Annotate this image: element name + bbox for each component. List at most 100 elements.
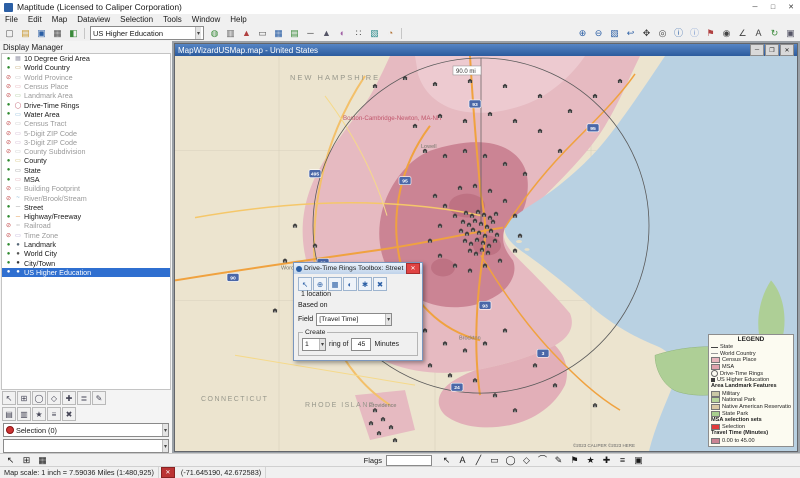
ring-delete-button[interactable]: ✖	[373, 277, 387, 291]
layer-row-city-town[interactable]: ● ● City/Town	[2, 259, 170, 268]
ring-settings-button[interactable]: ✱	[358, 277, 372, 291]
layer-visible-icon[interactable]: ●	[5, 167, 12, 173]
new-layout-icon[interactable]: ▭	[255, 26, 270, 41]
ring-count-select[interactable]: 1 ▾	[302, 338, 326, 351]
flags-input[interactable]	[386, 455, 432, 466]
label-tool-icon[interactable]: A	[751, 26, 766, 41]
minimize-button[interactable]: ─	[746, 0, 764, 14]
layer-dropdown[interactable]: US Higher Education ▾	[90, 26, 204, 40]
map-restore-button[interactable]: ❐	[765, 44, 779, 56]
multi-info-icon[interactable]: ⓘ	[687, 26, 702, 41]
minutes-input[interactable]: 45	[351, 338, 372, 351]
layer-hidden-icon[interactable]: ⊘	[5, 222, 12, 229]
find-icon[interactable]: ◉	[719, 26, 734, 41]
layer-row-us-higher-education[interactable]: ● ● US Higher Education	[2, 267, 170, 278]
map-librarian-icon[interactable]: ◧	[66, 26, 81, 41]
ring-grid-button[interactable]: ▦	[328, 277, 342, 291]
info-icon[interactable]: ⓘ	[671, 26, 686, 41]
color-theme-icon[interactable]: ◐	[335, 26, 350, 41]
layer-row-census-place[interactable]: ⊘ ▭ Census Place	[2, 82, 170, 91]
ring-pointer-button[interactable]: ↖	[298, 277, 312, 291]
layer-visible-icon[interactable]: ●	[5, 111, 12, 117]
layer-hidden-icon[interactable]: ⊘	[5, 232, 12, 239]
menu-dataview[interactable]: Dataview	[72, 15, 115, 24]
save-icon[interactable]: ▣	[34, 26, 49, 41]
layer-row-street[interactable]: ● ─ Street	[2, 203, 170, 212]
menu-tools[interactable]: Tools	[158, 15, 187, 24]
layer-hidden-icon[interactable]: ⊘	[5, 148, 12, 155]
dm-edit-icon[interactable]: ✎	[92, 391, 106, 405]
menu-window[interactable]: Window	[187, 15, 225, 24]
layer-row-drive-time-rings[interactable]: ● ◯ Drive-Time Rings	[2, 100, 170, 110]
map-window-titlebar[interactable]: MapWizardUSMap.map - United States ─ ❐ ✕	[175, 44, 797, 56]
layer-hidden-icon[interactable]: ⊘	[5, 74, 12, 81]
layer-visible-icon[interactable]: ●	[5, 102, 12, 108]
ring-add-button[interactable]: ⊕	[313, 277, 327, 291]
pie-theme-icon[interactable]: ◔	[383, 26, 398, 41]
previous-scale-icon[interactable]: ↩	[623, 26, 638, 41]
menu-selection[interactable]: Selection	[115, 15, 158, 24]
layer-row-county-subdivision[interactable]: ⊘ ▭ County Subdivision	[2, 147, 170, 156]
layer-row-river-brook-stream[interactable]: ⊘ ~ River/Brook/Stream	[2, 193, 170, 203]
menu-file[interactable]: File	[0, 15, 23, 24]
layer-row-census-tract[interactable]: ⊘ ▭ Census Tract	[2, 119, 170, 128]
layer-hidden-icon[interactable]: ⊘	[5, 92, 12, 99]
dialog-titlebar[interactable]: Drive-Time Rings Toolbox: Street ✕	[294, 263, 422, 274]
layer-row-world-country[interactable]: ● ▭ World Country	[2, 63, 170, 72]
dm-star-icon[interactable]: ★	[32, 407, 46, 421]
new-chart-icon[interactable]: ▲	[239, 26, 254, 41]
legend-tool-icon[interactable]: ▤	[287, 26, 302, 41]
layer-row-building-footprint[interactable]: ⊘ ▭ Building Footprint	[2, 184, 170, 193]
print-icon[interactable]: ▦	[50, 26, 65, 41]
layer-visible-icon[interactable]: ●	[5, 204, 12, 210]
new-workspace-icon[interactable]: ▢	[2, 26, 17, 41]
layer-visible-icon[interactable]: ●	[5, 158, 12, 164]
selection-combo[interactable]: Selection (0) ▾	[3, 423, 169, 437]
layer-hidden-icon[interactable]: ⊘	[5, 83, 12, 90]
layer-visible-icon[interactable]: ●	[5, 65, 12, 71]
dm-clear-icon[interactable]: ✖	[62, 407, 76, 421]
layer-hidden-icon[interactable]: ⊘	[5, 120, 12, 127]
layer-row-10-degree-grid-area[interactable]: ● ▦ 10 Degree Grid Area	[2, 54, 170, 63]
maximize-button[interactable]: □	[764, 0, 782, 14]
close-button[interactable]: ✕	[782, 0, 800, 14]
secondary-combo[interactable]: ▾	[3, 439, 169, 453]
center-map-icon[interactable]: ◎	[655, 26, 670, 41]
layer-hidden-icon[interactable]: ⊘	[5, 139, 12, 146]
ranged-theme-icon[interactable]: ▧	[367, 26, 382, 41]
layer-visible-icon[interactable]: ●	[5, 251, 12, 257]
layer-visible-icon[interactable]: ●	[5, 242, 12, 248]
layer-hidden-icon[interactable]: ⊘	[5, 185, 12, 192]
pan-icon[interactable]: ✥	[639, 26, 654, 41]
layer-row-water-area[interactable]: ● ▭ Water Area	[2, 110, 170, 119]
dm-dataview-icon[interactable]: ▤	[2, 407, 16, 421]
scale-bar-icon[interactable]: ─	[303, 26, 318, 41]
layer-visible-icon[interactable]: ●	[5, 177, 12, 183]
open-icon[interactable]: ▤	[18, 26, 33, 41]
refresh-icon[interactable]: ↻	[767, 26, 782, 41]
dm-layers-icon[interactable]: ≡	[47, 407, 61, 421]
layer-row-landmark-area[interactable]: ⊘ ▭ Landmark Area	[2, 91, 170, 100]
matrix-icon[interactable]: ▦	[271, 26, 286, 41]
field-select[interactable]: [Travel Time] ▾	[316, 313, 393, 326]
map-minimize-button[interactable]: ─	[750, 44, 764, 56]
menu-help[interactable]: Help	[225, 15, 251, 24]
layer-hidden-icon[interactable]: ⊘	[5, 130, 12, 137]
layer-visible-icon[interactable]: ●	[5, 214, 12, 220]
dm-list-icon[interactable]: ≣	[77, 391, 91, 405]
zoom-out-icon[interactable]: ⊖	[591, 26, 606, 41]
dm-theme-icon[interactable]: ▥	[17, 407, 31, 421]
map-legend[interactable]: LEGEND State World Country Census Place MSA…	[708, 333, 794, 447]
layer-row-railroad[interactable]: ⊘ ╌ Railroad	[2, 221, 170, 230]
dialog-close-button[interactable]: ✕	[406, 263, 420, 274]
layer-row-world-province[interactable]: ⊘ ▭ World Province	[2, 73, 170, 82]
layer-visible-icon[interactable]: ●	[5, 260, 12, 266]
dm-shape-select-icon[interactable]: ◇	[47, 391, 61, 405]
layer-row-highway-freeway[interactable]: ● ─ Highway/Freeway	[2, 212, 170, 221]
layer-visible-icon[interactable]: ●	[5, 269, 12, 275]
layer-row-msa[interactable]: ● ▭ MSA	[2, 175, 170, 184]
ring-style-button[interactable]: ◐	[343, 277, 357, 291]
zoom-in-icon[interactable]: ⊕	[575, 26, 590, 41]
layer-row-time-zone[interactable]: ⊘ ▭ Time Zone	[2, 231, 170, 240]
dm-circle-select-icon[interactable]: ◯	[32, 391, 46, 405]
